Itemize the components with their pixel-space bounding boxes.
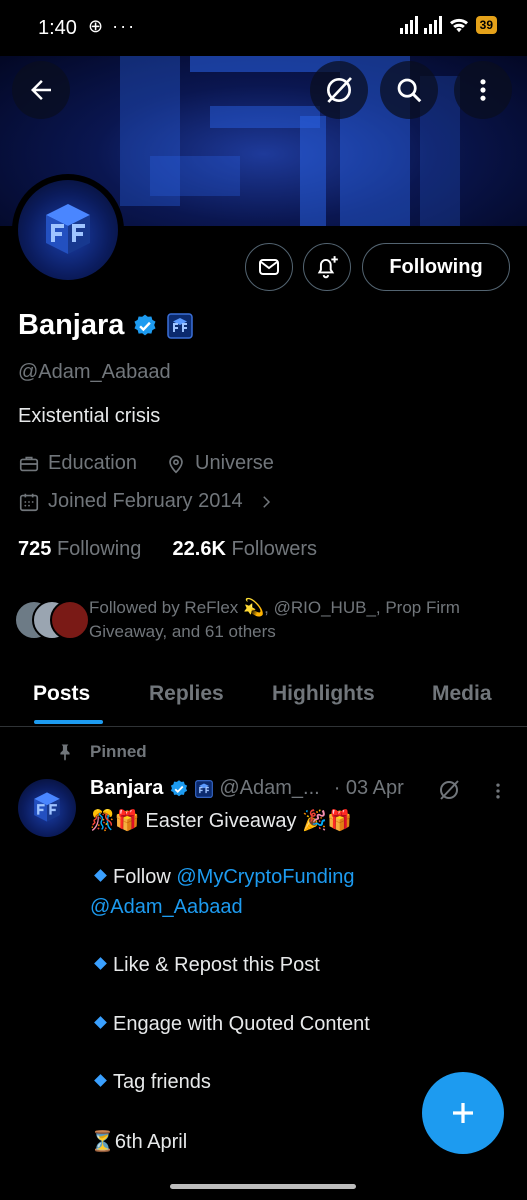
profile-bio: Existential crisis [18,405,161,427]
bullet-diamond-icon [94,1074,107,1087]
more-vertical-icon [480,79,486,101]
following-label: Following [56,538,142,560]
post-text-line: ⏳6th April [90,1131,188,1153]
plus-icon [453,1103,473,1123]
location-pin-icon [169,454,183,473]
bullet-diamond-icon [94,869,107,882]
pinned-label: Pinned [90,742,147,761]
mention-link[interactable]: @MyCryptoFunding [176,866,354,888]
following-stat[interactable]: 725 Following [18,538,141,560]
profile-handle: @Adam_Aabaad [18,361,171,383]
category-label: Education [48,452,137,474]
post-text-line: 🎊🎁 Easter Giveaway 🎉🎁 [90,810,352,832]
mutual-followers-avatars[interactable] [14,600,90,640]
post-item-text: Like & Repost this Post [113,954,320,976]
post-header: Banjara @Adam_... · 03 Apr [90,777,404,800]
active-tab-indicator [34,720,103,724]
calendar-icon [19,493,39,511]
profile-avatar[interactable] [12,174,124,286]
profile-name: Banjara [18,309,193,342]
signal-icon [423,16,442,34]
back-button[interactable] [12,61,70,119]
notify-button[interactable] [303,243,351,291]
profile-joined[interactable]: Joined February 2014 [18,490,275,513]
profile-category: Education [18,452,137,475]
followers-count: 22.6K [172,538,226,560]
message-button[interactable] [245,243,293,291]
grok-button[interactable] [310,61,368,119]
tab-media[interactable]: Media [432,682,492,706]
post-item-text: Engage with Quoted Content [113,1013,370,1035]
home-indicator[interactable] [170,1184,356,1189]
logo-cube-icon [34,792,60,822]
tab-replies[interactable]: Replies [149,682,224,706]
followers-label: Followers [231,538,318,560]
search-button[interactable] [380,61,438,119]
joined-label: Joined February 2014 [48,490,243,512]
post-author-name[interactable]: Banjara [90,777,163,800]
post-text-line: Engage with Quoted Content [90,1013,370,1036]
status-indicators: 39 [399,16,497,34]
grok-icon [327,77,352,103]
pin-icon [60,744,70,761]
mention-link[interactable]: @Adam_Aabaad [90,896,243,919]
chevron-right-icon [262,495,270,508]
arrow-left-icon [31,80,51,100]
profile-location: Universe [165,452,274,475]
search-icon [397,78,422,103]
verified-badge-icon [171,779,188,796]
wifi-icon [449,18,468,33]
tab-highlights[interactable]: Highlights [272,682,375,706]
compose-button[interactable] [422,1072,504,1154]
profile-tabs: Posts Replies Highlights Media [0,668,527,727]
briefcase-icon [19,456,39,471]
signal-icon [399,16,418,34]
post-text-line: Follow @MyCryptoFunding [90,866,355,889]
profile-name-text: Banjara [18,309,125,341]
avatar [18,180,118,280]
following-button[interactable]: Following [362,243,510,291]
following-count: 725 [18,538,52,560]
envelope-icon [259,259,279,275]
followed-by-text[interactable]: Followed by ReFlex 💫, @RIO_HUB_, Prop Fi… [89,596,509,644]
status-bar: 1:40 ⊕ ··· 39 [0,0,527,56]
follow-prefix: Follow [113,866,177,888]
status-notification-icons: ⊕ ··· [88,16,137,36]
bullet-diamond-icon [94,1016,107,1029]
post-item-text: Tag friends [113,1071,211,1093]
post-more-icon[interactable] [488,780,508,802]
post-date: · 03 Apr [333,777,404,799]
affiliate-badge-icon [195,779,214,798]
bullet-diamond-icon [94,957,107,970]
grok-icon[interactable] [437,778,461,802]
post-text-line: Tag friends [90,1071,211,1094]
follow-stats: 725 Following 22.6K Followers [18,538,317,561]
affiliate-badge-icon [166,313,193,340]
followers-stat[interactable]: 22.6K Followers [173,538,318,560]
post-author-avatar[interactable] [18,779,76,837]
post-author-handle[interactable]: @Adam_... [219,777,319,800]
avatar [50,600,90,640]
more-button[interactable] [454,61,512,119]
verified-badge-icon [134,314,156,336]
location-label: Universe [195,452,274,474]
status-time: 1:40 [38,17,77,39]
tab-posts[interactable]: Posts [33,682,90,706]
logo-cube-icon [46,204,90,254]
bell-plus-icon [317,256,338,279]
post-text-line: Like & Repost this Post [90,954,320,977]
battery-indicator: 39 [475,16,497,34]
